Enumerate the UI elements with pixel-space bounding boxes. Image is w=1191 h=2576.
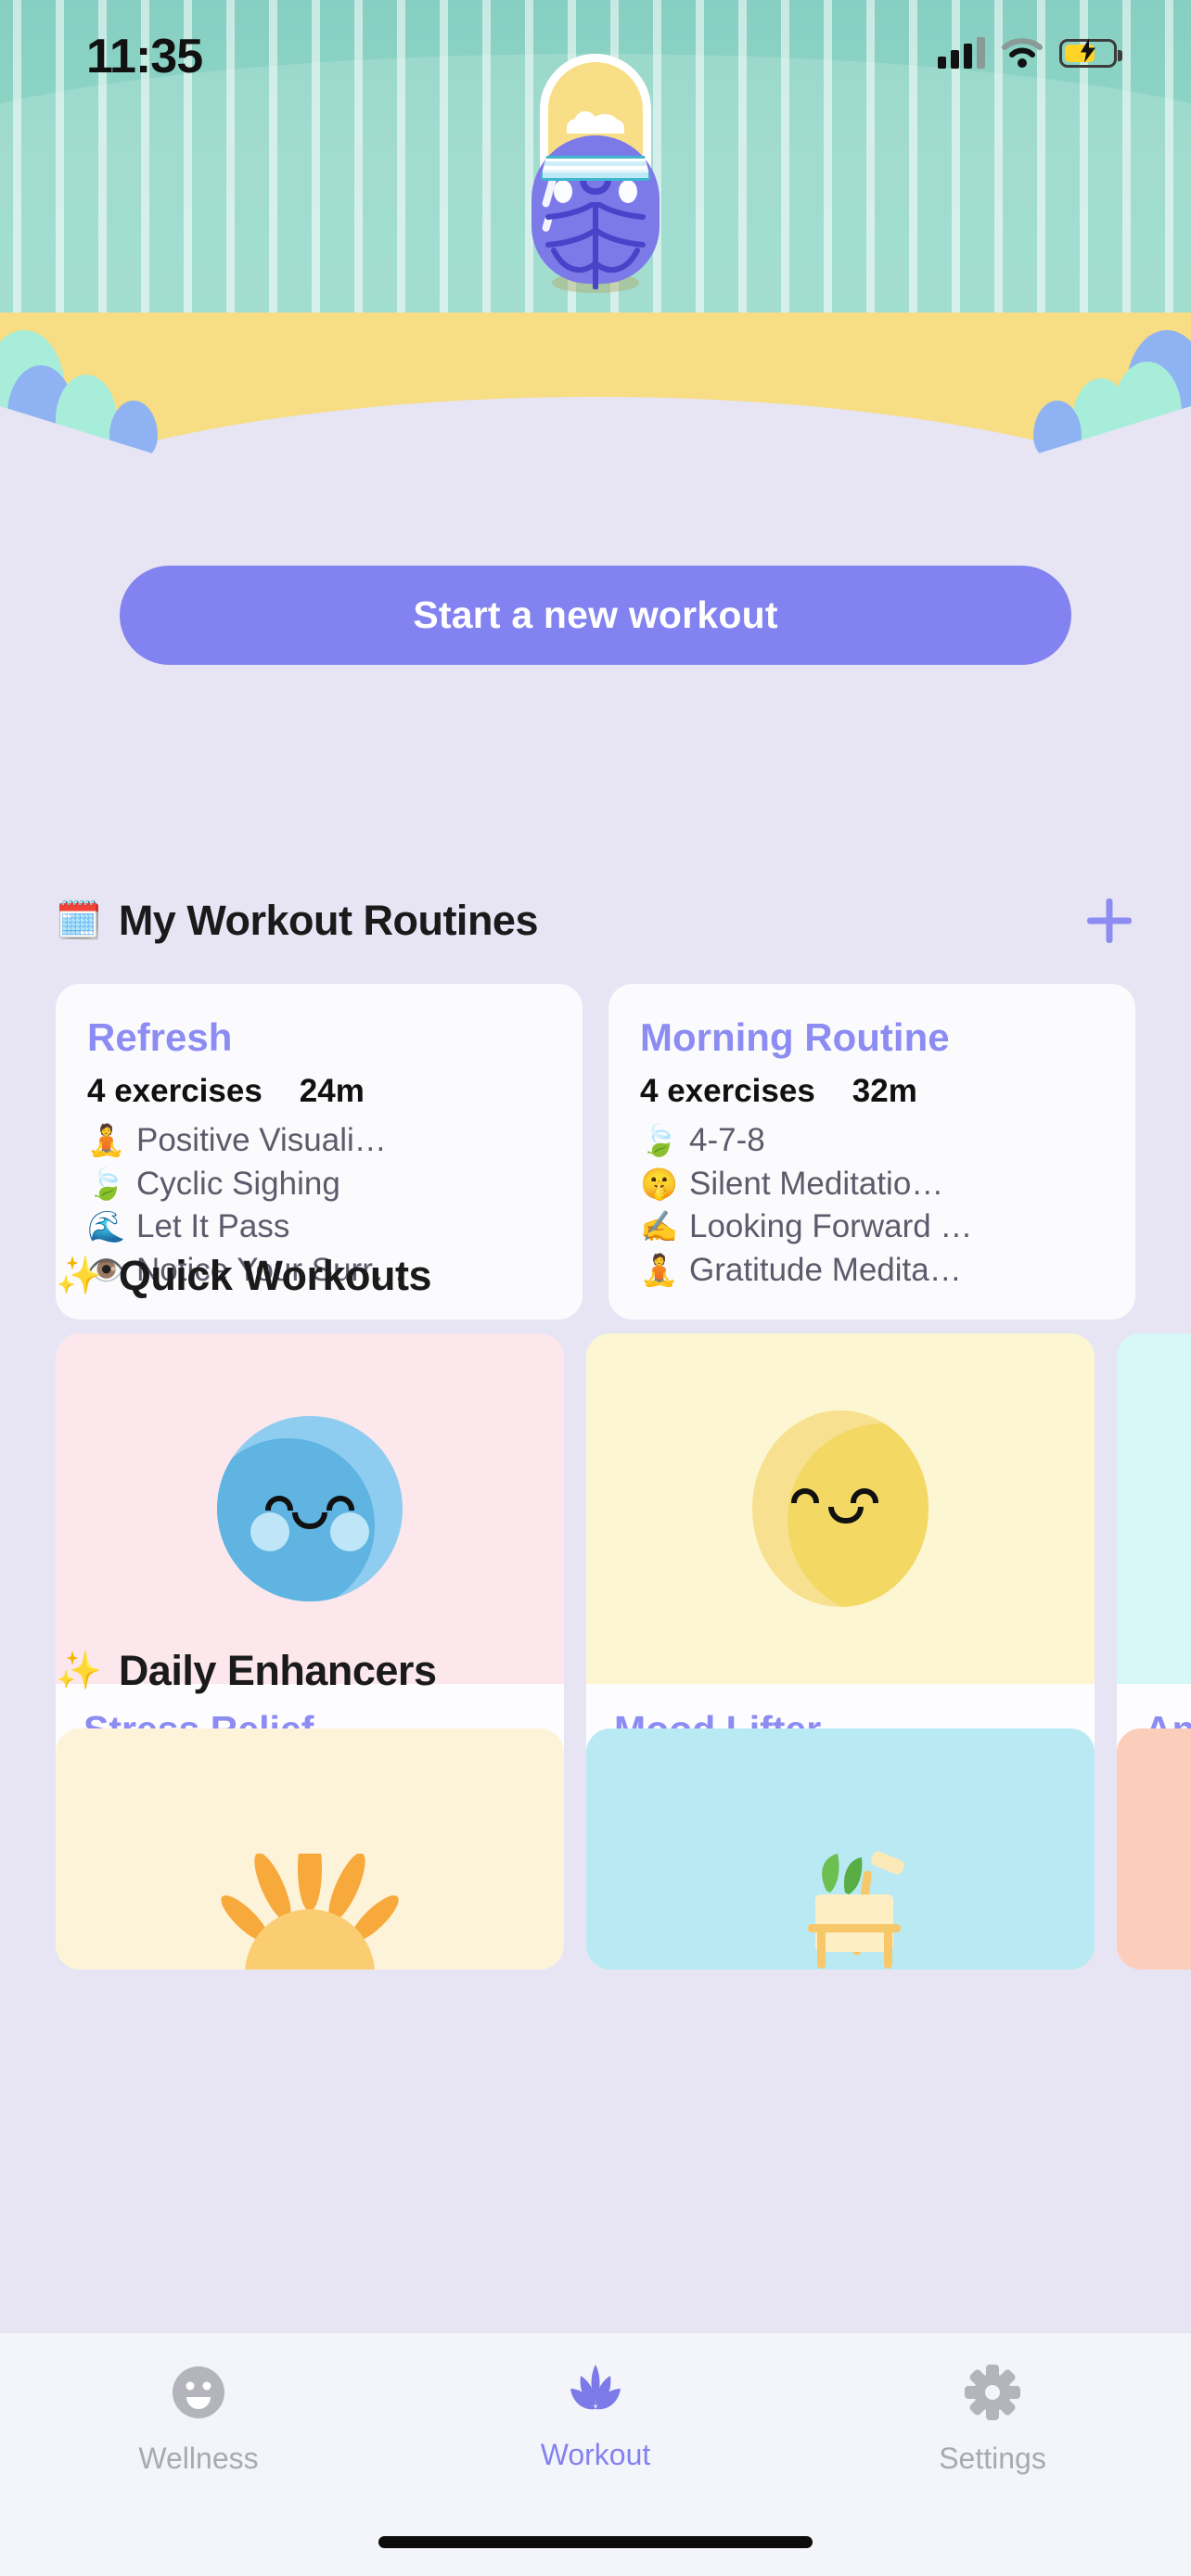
gear-icon: [965, 2365, 1020, 2425]
home-indicator: [378, 2536, 813, 2548]
character-mouth: [580, 180, 611, 195]
tab-wellness[interactable]: Wellness: [0, 2333, 397, 2505]
blob-right-eye: [327, 1496, 354, 1511]
calm-blue-blob-icon: [217, 1416, 403, 1601]
routine-exercise-count: 4 exercises: [87, 1073, 263, 1109]
quick-section-title: Quick Workouts: [118, 1252, 432, 1299]
daily-enhancer-card[interactable]: [1117, 1728, 1191, 1970]
section-daily-enhancers: ✨ Daily Enhancers: [0, 1647, 1191, 1970]
blob-right-eye: [851, 1488, 878, 1503]
daily-section-header: ✨ Daily Enhancers: [0, 1647, 1191, 1695]
blob-left-eye: [791, 1488, 819, 1503]
exercise-emoji-icon: 🌊: [87, 1209, 126, 1244]
charging-bolt-icon: [1079, 38, 1097, 68]
character-left-cheek: [554, 180, 572, 203]
calendar-icon: 🗓️: [56, 900, 102, 941]
status-bar-indicators: [938, 37, 1122, 69]
routine-exercise-item: 🤫 Silent Meditatio…: [640, 1163, 1104, 1206]
hero-ground: [0, 312, 1191, 464]
bottom-tab-bar: Wellness Workout Settings: [0, 2332, 1191, 2576]
exercise-name: Silent Meditatio…: [689, 1165, 944, 1202]
exercise-name: Cyclic Sighing: [136, 1165, 340, 1202]
quick-section-header: ✨ Quick Workouts: [0, 1252, 1191, 1300]
add-routine-button[interactable]: [1083, 895, 1135, 947]
exercise-name: 4-7-8: [689, 1122, 765, 1158]
routine-exercise-count: 4 exercises: [640, 1073, 815, 1109]
hero-ground-curve: [0, 397, 1191, 464]
exercise-name: Positive Visuali…: [136, 1122, 387, 1158]
exercise-name: Looking Forward …: [689, 1208, 973, 1245]
exercise-emoji-icon: 🤫: [640, 1166, 679, 1201]
daily-section-title: Daily Enhancers: [118, 1647, 437, 1694]
exercise-emoji-icon: 🍃: [640, 1123, 679, 1158]
start-new-workout-button[interactable]: Start a new workout: [120, 566, 1071, 665]
routines-section-title: My Workout Routines: [118, 897, 539, 944]
plant-desk-illustration: [734, 1848, 947, 1970]
tab-label: Wellness: [138, 2442, 259, 2475]
sunrise-illustration: [208, 1826, 412, 1970]
tab-workout[interactable]: Workout: [397, 2333, 794, 2505]
routine-exercise-item: ✍️ Looking Forward …: [640, 1205, 1104, 1249]
routine-duration: 24m: [299, 1073, 365, 1109]
blob-right-cheek: [330, 1512, 369, 1551]
tab-settings[interactable]: Settings: [794, 2333, 1191, 2505]
sparkles-icon: ✨: [56, 1256, 102, 1296]
exercise-name: Let It Pass: [136, 1208, 290, 1245]
phone-screen: 11:35 Start a new workout 🗓️ My Workout …: [0, 0, 1191, 2576]
status-bar: 11:35: [0, 0, 1191, 111]
main-content: Start a new workout 🗓️ My Workout Routin…: [0, 464, 1191, 2272]
routine-title: Morning Routine: [640, 1015, 950, 1059]
exercise-emoji-icon: 🧘: [87, 1123, 126, 1158]
quick-workout-art: [1117, 1333, 1191, 1684]
character-legs: [531, 247, 660, 289]
routine-exercise-item: 🌊 Let It Pass: [87, 1205, 551, 1249]
blob-mouth: [828, 1507, 864, 1524]
exercise-emoji-icon: 🍃: [87, 1166, 126, 1201]
smiley-face-icon: [171, 2365, 226, 2425]
blob-left-cheek: [250, 1512, 289, 1551]
daily-enhancers-carousel[interactable]: [0, 1695, 1191, 1970]
lotus-icon: [568, 2365, 623, 2421]
quick-workout-art: [586, 1333, 1095, 1684]
tab-label: Workout: [540, 2438, 651, 2471]
routine-meta: 4 exercises 24m: [87, 1073, 551, 1110]
routine-exercise-item: 🍃 4-7-8: [640, 1119, 1104, 1163]
tab-list: Wellness Workout Settings: [0, 2333, 1191, 2505]
wifi-icon: [1002, 37, 1043, 69]
routine-title: Refresh: [87, 1015, 233, 1059]
quick-workout-art: [56, 1333, 564, 1684]
routine-meta: 4 exercises 32m: [640, 1073, 1104, 1110]
character-right-cheek: [619, 180, 637, 203]
routines-section-header: 🗓️ My Workout Routines: [0, 895, 1191, 947]
cloud-icon: [567, 111, 624, 134]
battery-charging-icon: [1059, 38, 1122, 68]
routine-exercise-item: 🍃 Cyclic Sighing: [87, 1163, 551, 1206]
routine-duration: 32m: [852, 1073, 917, 1109]
blob-face: [752, 1410, 928, 1607]
exercise-emoji-icon: ✍️: [640, 1209, 679, 1244]
daily-enhancer-card[interactable]: [56, 1728, 564, 1970]
cellular-signal-icon: [938, 37, 985, 69]
status-bar-time: 11:35: [86, 30, 203, 83]
character-headband: [540, 156, 651, 181]
sparkles-icon: ✨: [56, 1651, 102, 1691]
routine-exercise-item: 🧘 Positive Visuali…: [87, 1119, 551, 1163]
happy-yellow-blob-icon: [752, 1410, 928, 1607]
blob-left-eye: [265, 1496, 293, 1511]
blob-mouth: [292, 1512, 327, 1529]
tab-label: Settings: [939, 2442, 1046, 2475]
blob-face: [217, 1416, 403, 1601]
daily-enhancer-card[interactable]: [586, 1728, 1095, 1970]
